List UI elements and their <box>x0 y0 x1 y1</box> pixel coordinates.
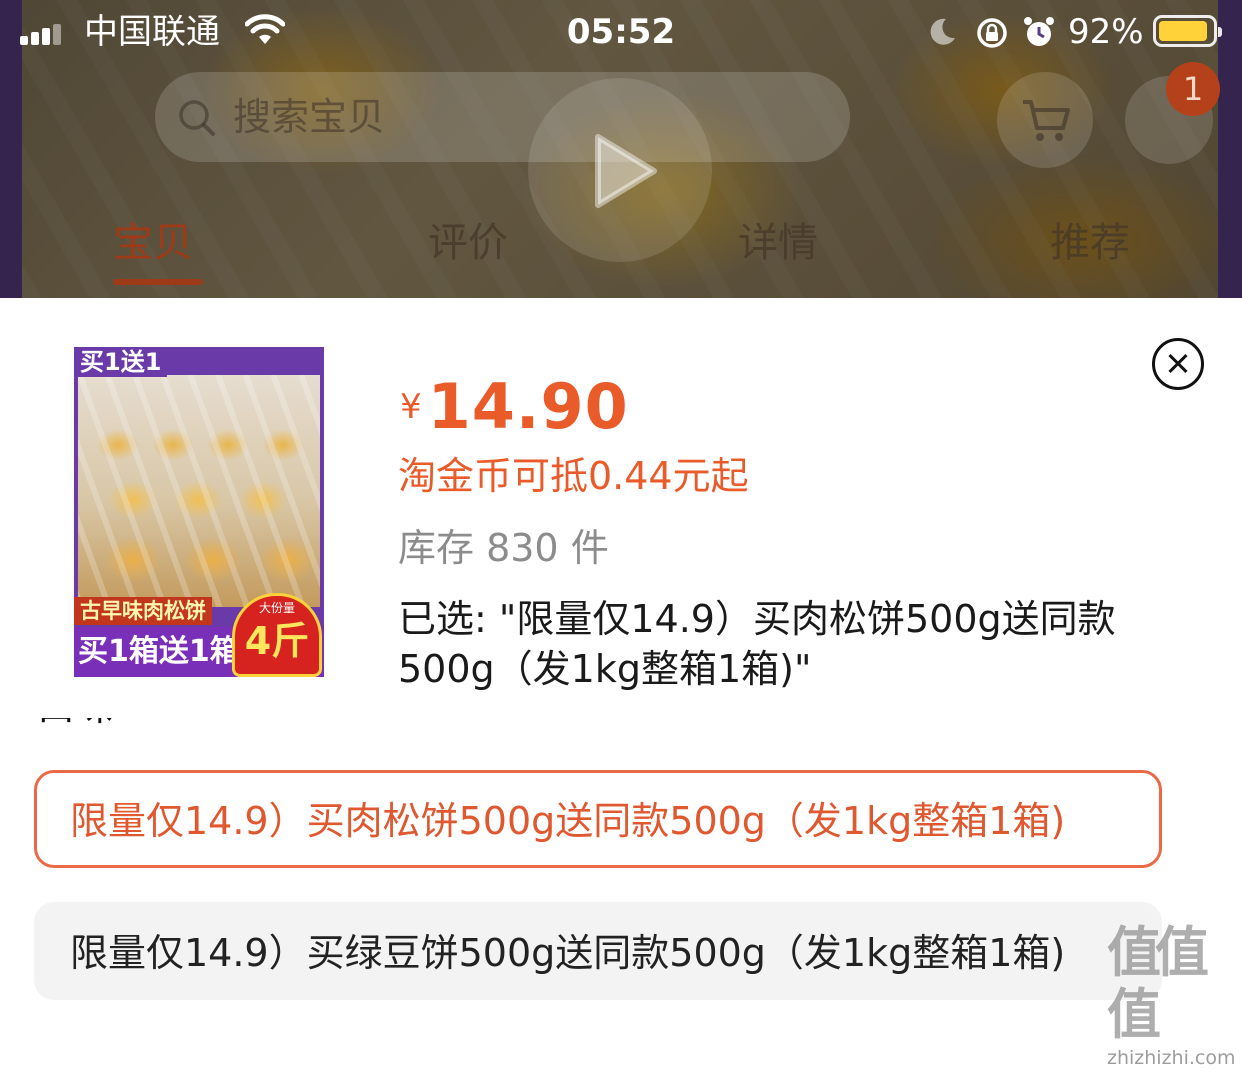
product-tabs: 宝贝 评价 详情 推荐 <box>0 215 1242 285</box>
thumbnail-top-tag: 买1送1 <box>74 347 168 377</box>
watermark-logo: 值值值 <box>1107 921 1209 1046</box>
pastry-box-photo <box>78 375 320 607</box>
play-icon <box>595 134 657 208</box>
thumbnail-name-tag: 古早味肉松饼 <box>74 597 212 625</box>
sku-option-label: 限量仅14.9）买肉松饼500g送同款500g（发1kg整箱1箱) <box>70 799 1066 843</box>
close-icon[interactable] <box>1152 338 1204 390</box>
sku-option-selected[interactable]: 限量仅14.9）买肉松饼500g送同款500g（发1kg整箱1箱) <box>34 770 1162 868</box>
battery-fill <box>1159 21 1207 41</box>
search-bar[interactable]: 搜索宝贝 <box>155 72 850 162</box>
tab-details[interactable]: 详情 <box>738 215 818 271</box>
coin-deduction-text: 淘金币可抵0.44元起 <box>398 454 749 498</box>
active-tab-indicator <box>113 279 203 285</box>
stock-text: 库存 830 件 <box>398 526 609 570</box>
tab-product[interactable]: 宝贝 <box>113 215 193 271</box>
battery-icon <box>1153 15 1222 47</box>
sku-selection-sheet: 买1送1 古早味肉松饼 买1箱送1箱 大份量 4斤 ¥14.90 淘金币可抵0.… <box>0 298 1242 1025</box>
moon-icon <box>930 18 955 45</box>
search-placeholder: 搜索宝贝 <box>233 95 386 139</box>
price: ¥14.90 <box>400 372 629 442</box>
battery-percent: 92% <box>1068 12 1144 52</box>
cart-button[interactable] <box>997 72 1093 168</box>
status-bar: 中国联通 05:52 92% <box>0 0 1242 64</box>
search-icon <box>179 100 215 136</box>
sku-option[interactable]: 限量仅14.9）买绿豆饼500g送同款500g（发1kg整箱1箱) <box>34 902 1162 1000</box>
cart-count-badge: 1 <box>1166 62 1220 116</box>
badge-big-text: 4斤 <box>244 619 310 663</box>
sku-option-label: 限量仅14.9）买绿豆饼500g送同款500g（发1kg整箱1箱) <box>70 931 1066 975</box>
background-product-page: 中国联通 05:52 92% 搜索宝贝 1 宝贝 评价 详情 推荐 <box>0 0 1242 300</box>
tab-recommend[interactable]: 推荐 <box>1050 215 1130 271</box>
thumbnail-weight-badge: 大份量 4斤 <box>232 593 322 677</box>
product-thumbnail[interactable]: 买1送1 古早味肉松饼 买1箱送1箱 大份量 4斤 <box>74 347 324 677</box>
option-section-label: 口味 <box>37 718 117 732</box>
badge-small-text: 大份量 <box>258 601 295 615</box>
selected-sku-text: 已选: "限量仅14.9）买肉松饼500g送同款500g（发1kg整箱1箱)" <box>398 597 1116 691</box>
currency-symbol: ¥ <box>400 387 422 427</box>
price-value: 14.90 <box>427 370 629 443</box>
tab-reviews[interactable]: 评价 <box>428 215 508 271</box>
rotation-lock-icon <box>977 18 1007 48</box>
cart-icon <box>1023 100 1070 141</box>
watermark-url: zhizhizhi.com <box>1107 1047 1236 1069</box>
alarm-icon <box>1024 17 1054 46</box>
site-watermark: 值值值 zhizhizhi.com <box>1107 922 1237 1070</box>
